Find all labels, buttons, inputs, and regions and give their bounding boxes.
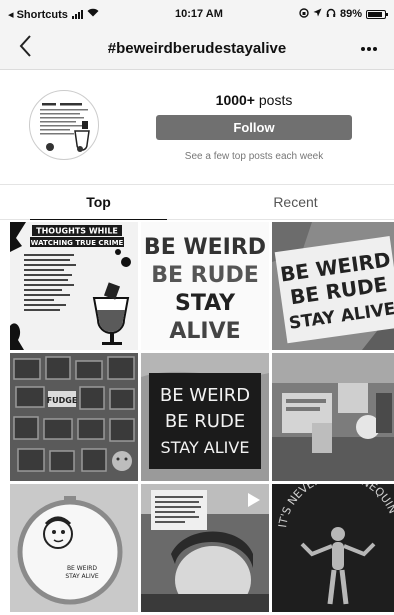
hashtag-title: #beweirdberudestayalive: [107, 40, 287, 57]
wifi-icon: [87, 8, 99, 20]
post5-line3: STAY ALIVE: [161, 438, 250, 457]
chevron-left-icon: [19, 35, 31, 57]
post-tabs: Top Recent: [0, 184, 394, 220]
post-thumbnail-6[interactable]: [272, 353, 394, 481]
battery-icon: [366, 9, 388, 19]
post7-line2: STAY ALIVE: [65, 573, 99, 580]
nav-bar: #beweirdberudestayalive: [0, 28, 394, 70]
post5-line2: BE RUDE: [165, 411, 245, 432]
post2-line1: BE WEIRD: [144, 235, 266, 260]
status-right: 89%: [299, 7, 388, 21]
status-left: ◂ Shortcuts: [8, 8, 99, 21]
post-thumbnail-3[interactable]: BE WEIRD BE RUDE STAY ALIVE: [272, 222, 394, 350]
post-image-2: BE WEIRD BE RUDE STAY ALIVE: [141, 222, 269, 350]
post-image-9: IT'S NEVER A MANNEQUIN: [272, 484, 394, 612]
post-thumbnail-5[interactable]: BE WEIRD BE RUDE STAY ALIVE: [141, 353, 269, 481]
hashtag-avatar[interactable]: [29, 90, 99, 160]
hashtag-header: 1000+ posts Follow See a few top posts e…: [0, 70, 394, 178]
post-count-suffix: posts: [258, 92, 293, 108]
signal-icon: [71, 9, 83, 19]
post1-heading2: WATCHING TRUE CRIME: [31, 239, 124, 247]
post-image-4: FUDGE: [10, 353, 138, 481]
post-image-3: BE WEIRD BE RUDE STAY ALIVE: [272, 222, 394, 350]
lock-rotation-icon: [299, 7, 309, 21]
tab-recent[interactable]: Recent: [197, 185, 394, 219]
post-image-1: THOUGHTS WHILE WATCHING TRUE CRIME: [10, 222, 138, 350]
post2-line2: BE RUDE: [151, 263, 259, 288]
post-thumbnail-4[interactable]: FUDGE: [10, 353, 138, 481]
status-bar: ◂ Shortcuts 10:17 AM 89%: [0, 0, 394, 28]
status-time: 10:17 AM: [175, 8, 223, 20]
follow-button[interactable]: Follow: [156, 115, 352, 140]
back-to-app-link[interactable]: ◂ Shortcuts: [8, 8, 68, 21]
back-button[interactable]: [18, 34, 32, 62]
post2-line4: ALIVE: [169, 319, 240, 344]
post-image-5: BE WEIRD BE RUDE STAY ALIVE: [141, 353, 269, 481]
post-thumbnail-7[interactable]: BE WEIRD STAY ALIVE: [10, 484, 138, 612]
post-thumbnail-8[interactable]: [141, 484, 269, 612]
more-options-button[interactable]: [360, 36, 378, 57]
post2-line3: STAY: [175, 291, 236, 316]
follow-subtitle: See a few top posts each week: [184, 151, 324, 162]
location-icon: [313, 8, 322, 20]
headphones-icon: [326, 8, 336, 21]
post-thumbnail-1[interactable]: THOUGHTS WHILE WATCHING TRUE CRIME: [10, 222, 138, 350]
post-count: 1000+ posts: [155, 92, 353, 108]
post1-heading1: THOUGHTS WHILE: [36, 227, 118, 236]
post7-line1: BE WEIRD: [67, 565, 97, 572]
post-image-7: BE WEIRD STAY ALIVE: [10, 484, 138, 612]
post-image-6: [272, 353, 394, 481]
post4-word: FUDGE: [47, 396, 78, 405]
post-thumbnail-2[interactable]: BE WEIRD BE RUDE STAY ALIVE: [141, 222, 269, 350]
posts-grid: THOUGHTS WHILE WATCHING TRUE CRIME BE WE…: [10, 222, 394, 615]
more-dots-icon: [361, 47, 377, 51]
video-play-icon: [248, 493, 260, 507]
post5-line1: BE WEIRD: [160, 385, 250, 406]
post-thumbnail-9[interactable]: IT'S NEVER A MANNEQUIN: [272, 484, 394, 612]
post-count-number: 1000+: [215, 92, 255, 108]
tab-top[interactable]: Top: [0, 185, 197, 220]
battery-percent: 89%: [339, 8, 362, 20]
